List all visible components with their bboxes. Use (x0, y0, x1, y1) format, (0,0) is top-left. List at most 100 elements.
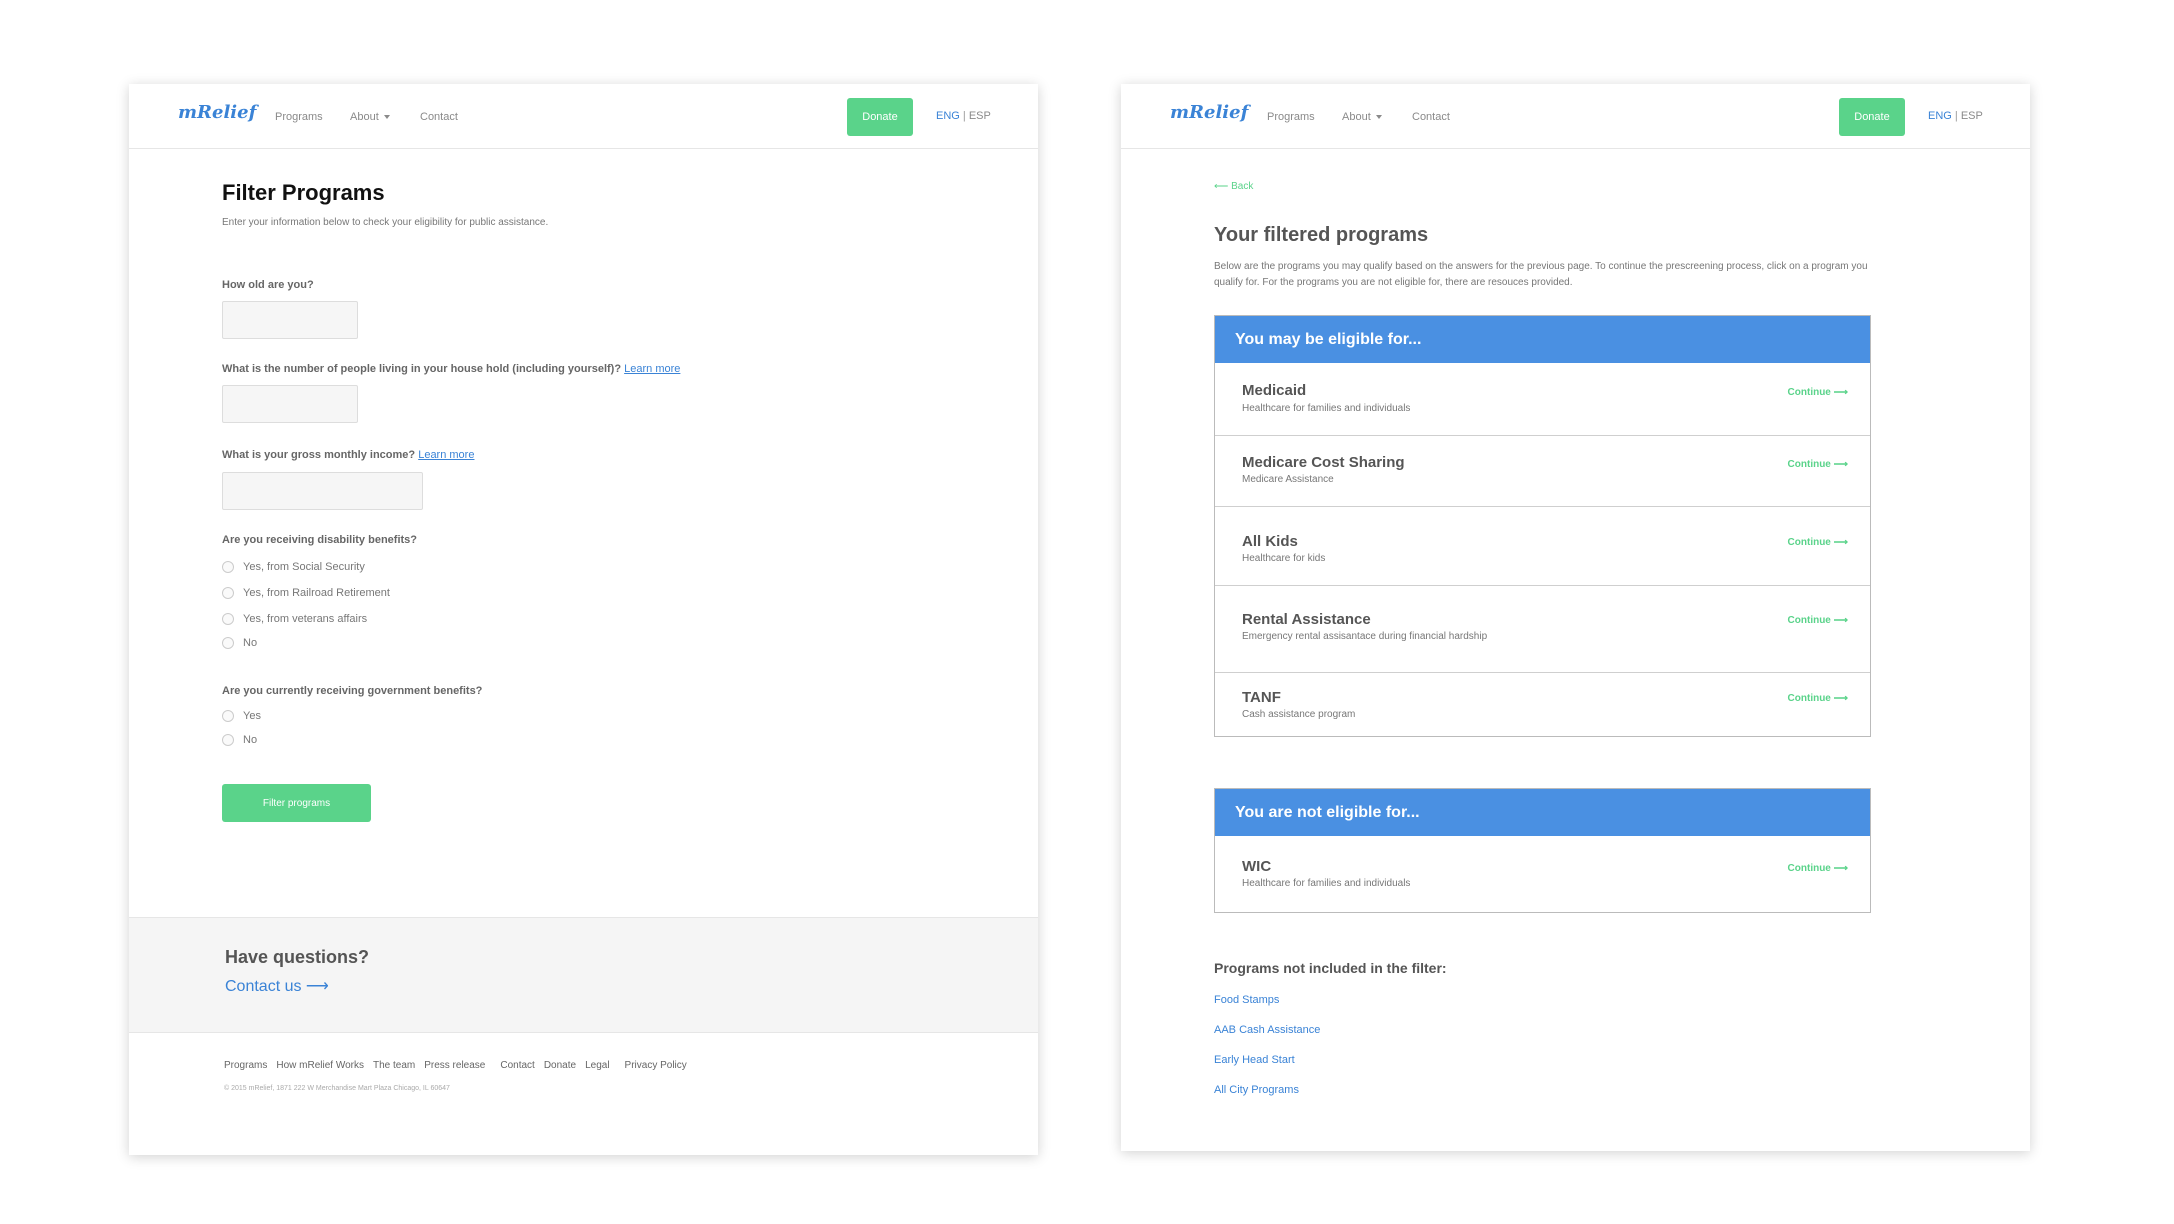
chevron-down-icon (383, 115, 390, 120)
age-input[interactable] (222, 301, 358, 339)
language-switch: ENG | ESP (1928, 110, 1983, 122)
lang-separator: | (1951, 110, 1961, 122)
page-title: Your filtered programs (1214, 224, 1429, 246)
disability-option[interactable]: Yes, from Social Security (222, 561, 365, 573)
questions-section: Have questions? Contact us ⟶ (129, 917, 1038, 1033)
household-learn-more-link[interactable]: Learn more (624, 363, 680, 375)
nav-contact[interactable]: Contact (420, 111, 458, 123)
program-row[interactable]: Medicaid Healthcare for families and ind… (1215, 363, 1870, 435)
program-description: Medicare Assistance (1242, 474, 1334, 485)
household-input[interactable] (222, 385, 358, 423)
food-stamps-link[interactable]: Food Stamps (1214, 994, 1279, 1006)
donate-button[interactable]: Donate (1839, 98, 1905, 136)
filter-programs-button[interactable]: Filter programs (222, 784, 371, 822)
continue-link[interactable]: Continue ⟶ (1788, 863, 1848, 874)
results-page-panel: mRelief Programs About Contact Donate EN… (1121, 84, 2030, 1151)
program-name: WIC (1242, 858, 1272, 875)
program-row[interactable]: All Kids Healthcare for kids Continue ⟶ (1215, 506, 1870, 585)
page-title: Filter Programs (222, 180, 385, 205)
radio-button[interactable] (222, 734, 234, 746)
program-description: Emergency rental assisantace during fina… (1242, 631, 1488, 642)
lang-esp[interactable]: ESP (969, 110, 991, 122)
all-city-programs-link[interactable]: All City Programs (1214, 1084, 1299, 1096)
eligible-programs-box: You may be eligible for... Medicaid Heal… (1214, 315, 1871, 737)
program-description: Healthcare for kids (1242, 553, 1326, 564)
radio-label: Yes, from Railroad Retirement (243, 587, 390, 599)
page-description: Below are the programs you may qualify b… (1214, 261, 1868, 288)
radio-label: No (243, 637, 258, 649)
aab-cash-assistance-link[interactable]: AAB Cash Assistance (1214, 1024, 1320, 1036)
disability-label: Are you receiving disability benefits? (222, 534, 417, 546)
continue-link[interactable]: Continue ⟶ (1788, 537, 1848, 548)
footer-link[interactable]: Donate (544, 1060, 576, 1071)
disability-option[interactable]: No (222, 637, 257, 649)
footer-link[interactable]: Privacy Policy (625, 1060, 687, 1071)
radio-button[interactable] (222, 613, 234, 625)
language-switch: ENG | ESP (936, 110, 991, 122)
income-input[interactable] (222, 472, 423, 510)
lang-esp[interactable]: ESP (1961, 110, 1983, 122)
radio-button[interactable] (222, 561, 234, 573)
navbar: mRelief Programs About Contact Donate EN… (129, 84, 1038, 149)
nav-contact[interactable]: Contact (1412, 111, 1450, 123)
filter-page-panel: mRelief Programs About Contact Donate EN… (129, 84, 1038, 1155)
household-label-text: What is the number of people living in y… (222, 363, 622, 375)
footer-link[interactable]: Programs (224, 1060, 267, 1071)
program-name: Rental Assistance (1242, 611, 1371, 628)
program-row[interactable]: WIC Healthcare for families and individu… (1215, 836, 1870, 912)
nav-programs[interactable]: Programs (1267, 111, 1315, 123)
nav-about-label: About (350, 111, 379, 123)
program-row[interactable]: Medicare Cost Sharing Medicare Assistanc… (1215, 435, 1870, 506)
program-name: All Kids (1242, 533, 1298, 550)
copyright: © 2015 mRelief, 1871 222 W Merchandise M… (224, 1085, 450, 1092)
lang-eng[interactable]: ENG (1928, 110, 1952, 122)
radio-button[interactable] (222, 710, 234, 722)
logo[interactable]: mRelief (1170, 102, 1248, 123)
radio-button[interactable] (222, 587, 234, 599)
footer-link[interactable]: Contact (500, 1060, 534, 1071)
not-eligible-header: You are not eligible for... (1215, 789, 1870, 836)
disability-option[interactable]: Yes, from Railroad Retirement (222, 587, 390, 599)
navbar: mRelief Programs About Contact Donate EN… (1121, 84, 2030, 149)
footer-link[interactable]: The team (373, 1060, 415, 1071)
gov-benefits-option[interactable]: Yes (222, 710, 261, 722)
nav-about[interactable]: About (350, 111, 390, 123)
continue-link[interactable]: Continue ⟶ (1788, 693, 1848, 704)
income-label-text: What is your gross monthly income? (222, 449, 416, 461)
lang-eng[interactable]: ENG (936, 110, 960, 122)
disability-option[interactable]: Yes, from veterans affairs (222, 613, 367, 625)
donate-button[interactable]: Donate (847, 98, 913, 136)
contact-us-link[interactable]: Contact us ⟶ (225, 976, 329, 996)
radio-label: No (243, 734, 258, 746)
continue-link[interactable]: Continue ⟶ (1788, 387, 1848, 398)
income-label: What is your gross monthly income? Learn… (222, 449, 474, 461)
age-label: How old are you? (222, 279, 314, 291)
not-included-heading: Programs not included in the filter: (1214, 960, 1447, 976)
footer-link[interactable]: How mRelief Works (276, 1060, 364, 1071)
gov-benefits-option[interactable]: No (222, 734, 257, 746)
nav-about[interactable]: About (1342, 111, 1382, 123)
early-head-start-link[interactable]: Early Head Start (1214, 1054, 1295, 1066)
gov-benefits-label: Are you currently receiving government b… (222, 685, 483, 697)
program-description: Healthcare for families and individuals (1242, 403, 1411, 414)
logo[interactable]: mRelief (178, 102, 256, 123)
income-learn-more-link[interactable]: Learn more (418, 449, 474, 461)
footer-links: Programs How mRelief Works The team Pres… (224, 1060, 696, 1071)
radio-button[interactable] (222, 637, 234, 649)
footer-link[interactable]: Legal (585, 1060, 609, 1071)
program-row[interactable]: Rental Assistance Emergency rental assis… (1215, 585, 1870, 672)
radio-label: Yes, from veterans affairs (243, 613, 368, 625)
nav-about-label: About (1342, 111, 1371, 123)
chevron-down-icon (1375, 115, 1382, 120)
eligible-header: You may be eligible for... (1215, 316, 1870, 363)
program-row[interactable]: TANF Cash assistance program Continue ⟶ (1215, 672, 1870, 736)
lang-separator: | (959, 110, 969, 122)
continue-link[interactable]: Continue ⟶ (1788, 615, 1848, 626)
have-questions-heading: Have questions? (225, 947, 370, 967)
back-link[interactable]: ⟵ Back (1214, 181, 1253, 192)
program-description: Healthcare for families and individuals (1242, 878, 1411, 889)
footer-link[interactable]: Press release (424, 1060, 485, 1071)
household-label: What is the number of people living in y… (222, 363, 680, 375)
nav-programs[interactable]: Programs (275, 111, 323, 123)
continue-link[interactable]: Continue ⟶ (1788, 459, 1848, 470)
